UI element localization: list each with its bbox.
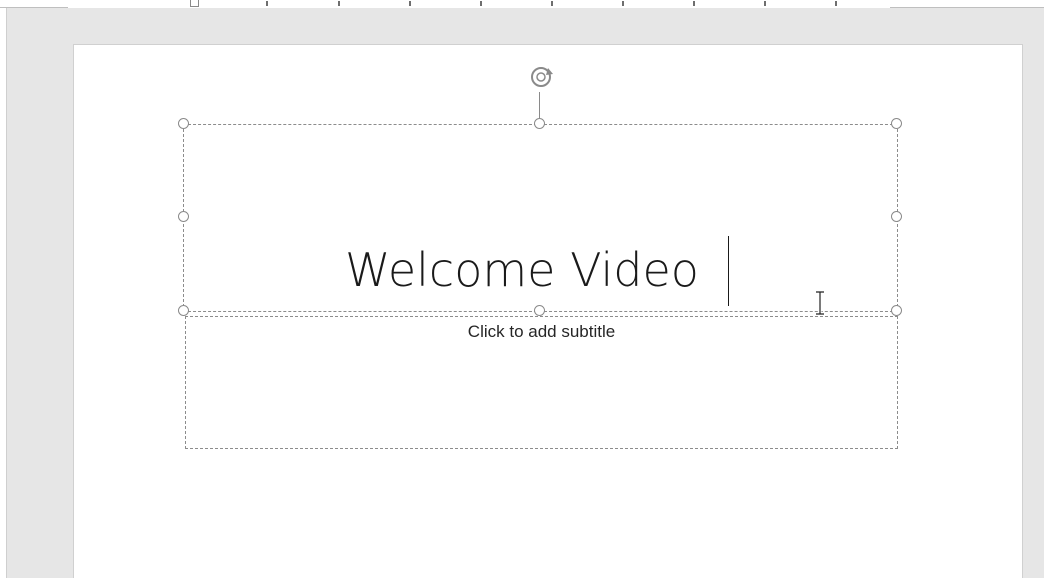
ruler-tick	[266, 1, 268, 6]
ruler-tick	[764, 1, 766, 6]
ruler-tick	[480, 1, 482, 6]
ruler-indent-marker[interactable]	[190, 0, 199, 7]
title-text-box[interactable]: Welcome Video	[0, 240, 1044, 300]
text-caret	[728, 236, 729, 306]
resize-handle-bottom-right[interactable]	[891, 305, 902, 316]
presentation-editor: Welcome Video Click to add subtitle	[0, 0, 1044, 578]
ruler-tick	[409, 1, 411, 6]
resize-handle-top-left[interactable]	[178, 118, 189, 129]
ruler-tick	[693, 1, 695, 6]
resize-handle-middle-right[interactable]	[891, 211, 902, 222]
slide-title: Welcome Video	[345, 243, 699, 297]
ruler-tick	[835, 1, 837, 6]
text-cursor-icon	[816, 290, 824, 316]
rotate-icon[interactable]	[526, 62, 556, 92]
resize-handle-middle-left[interactable]	[178, 211, 189, 222]
ruler-tick	[551, 1, 553, 6]
horizontal-ruler[interactable]	[0, 0, 1044, 8]
resize-handle-bottom-left[interactable]	[178, 305, 189, 316]
resize-handle-top-center[interactable]	[534, 118, 545, 129]
ruler-tick	[622, 1, 624, 6]
resize-handle-top-right[interactable]	[891, 118, 902, 129]
ruler-tick	[338, 1, 340, 6]
rotate-handle-stem	[539, 92, 540, 120]
subtitle-placeholder-text[interactable]: Click to add subtitle	[185, 322, 898, 342]
resize-handle-bottom-center[interactable]	[534, 305, 545, 316]
